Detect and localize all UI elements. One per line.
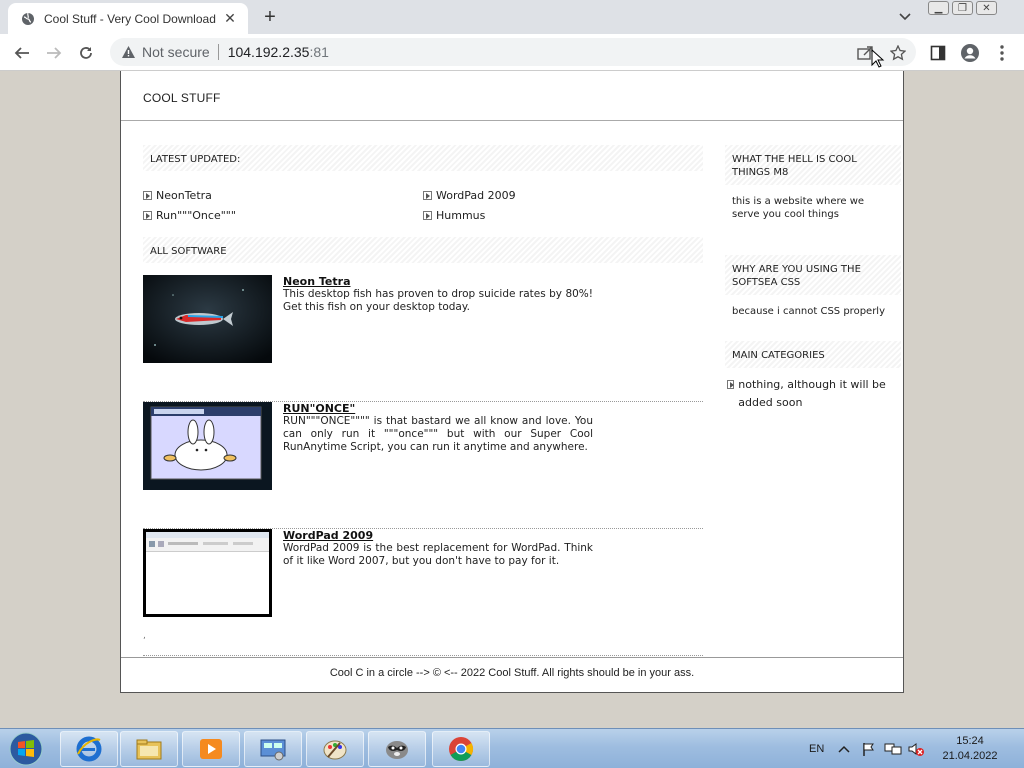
why-heading: WHY ARE YOU USING THE SOFTSEA CSS [725, 255, 901, 295]
clock-time: 15:24 [956, 735, 984, 747]
network-icon[interactable] [884, 729, 902, 768]
warning-triangle-icon[interactable] [120, 44, 136, 60]
about-text: this is a website where we serve you coo… [732, 196, 865, 220]
window-close-icon[interactable]: ✕ [976, 1, 997, 15]
category-label[interactable]: nothing, although it will be added soon [738, 376, 901, 412]
latest-item-label[interactable]: NeonTetra [156, 189, 212, 202]
about-heading: WHAT THE HELL IS COOL THINGS M8 [725, 145, 901, 185]
media-player-icon[interactable] [182, 731, 240, 767]
arrow-bullet-icon [423, 191, 432, 200]
profile-avatar-icon[interactable] [957, 40, 983, 66]
latest-item[interactable]: NeonTetra [143, 189, 212, 202]
latest-item-label[interactable]: Hummus [436, 209, 485, 222]
sidebar-about: WHAT THE HELL IS COOL THINGS M8 this is … [725, 145, 901, 221]
latest-updated-heading: LATEST UPDATED: [143, 145, 703, 171]
start-button-icon[interactable] [6, 732, 46, 766]
tab-strip: Cool Stuff - Very Cool Download ✕ + ▁ ❐ … [0, 0, 1024, 34]
volume-muted-icon[interactable] [907, 729, 925, 768]
tab-close-icon[interactable]: ✕ [222, 11, 238, 27]
arrow-bullet-icon [727, 380, 735, 389]
globe-icon [20, 11, 36, 27]
latest-item-label[interactable]: WordPad 2009 [436, 189, 516, 202]
latest-item[interactable]: Run"""Once""" [143, 209, 236, 222]
latest-updated-list: NeonTetra WordPad 2009 Run"""Once""" Hum… [143, 189, 703, 239]
restore-icon[interactable]: ❐ [952, 1, 973, 15]
reload-icon[interactable] [73, 40, 99, 66]
mouse-cursor-icon [871, 48, 885, 72]
tab-search-chevron-icon[interactable] [895, 8, 915, 26]
site-title[interactable]: COOL STUFF [143, 91, 221, 105]
footer-text: Cool C in a circle --> © <-- 2022 Cool S… [329, 667, 695, 679]
not-secure-label[interactable]: Not secure [142, 44, 210, 60]
file-explorer-icon[interactable] [120, 731, 178, 767]
all-software-heading: ALL SOFTWARE [143, 237, 703, 263]
taskbar: EN 15:24 21.04.2022 [0, 728, 1024, 768]
latest-item-label[interactable]: Run"""Once""" [156, 209, 236, 222]
wordpad-2009-thumbnail[interactable] [143, 529, 272, 617]
neon-tetra-thumbnail[interactable] [143, 275, 272, 363]
clock-date: 21.04.2022 [942, 750, 998, 762]
arrow-bullet-icon [143, 191, 152, 200]
category-item[interactable]: nothing, although it will be added soon [725, 376, 901, 412]
software-title[interactable]: Neon Tetra [283, 275, 351, 288]
software-description: RUN"""ONCE"""" is that bastard we all kn… [283, 415, 593, 453]
url-host: 104.192.2.35 [227, 44, 310, 60]
chrome-icon[interactable] [432, 731, 490, 767]
categories-heading: MAIN CATEGORIES [725, 341, 901, 368]
software-title[interactable]: WordPad 2009 [283, 529, 373, 542]
language-indicator[interactable]: EN [809, 729, 824, 768]
browser-toolbar: Not secure 104.192.2.35:81 [0, 34, 1024, 71]
control-panel-icon[interactable] [244, 731, 302, 767]
new-tab-button[interactable]: + [258, 6, 282, 28]
side-panel-icon[interactable] [925, 40, 951, 66]
address-divider [217, 44, 219, 60]
arrow-bullet-icon [143, 211, 152, 220]
arrow-bullet-icon [423, 211, 432, 220]
software-entry: Neon Tetra This desktop fish has proven … [143, 275, 703, 402]
web-page: COOL STUFF LATEST UPDATED: NeonTetra Wor… [120, 71, 904, 693]
window-controls: ▁ ❐ ✕ [928, 1, 997, 17]
tab-active[interactable]: Cool Stuff - Very Cool Download ✕ [8, 3, 248, 34]
system-clock[interactable]: 15:24 21.04.2022 [930, 734, 1010, 764]
software-entry: WordPad 2009 WordPad 2009 is the best re… [143, 529, 703, 656]
sidebar-categories: MAIN CATEGORIES nothing, although it wil… [725, 341, 901, 412]
show-hidden-icons-icon[interactable] [838, 729, 850, 768]
forward-arrow-icon[interactable] [41, 40, 67, 66]
why-text: because i cannot CSS properly [732, 306, 886, 317]
bookmark-star-icon[interactable] [885, 40, 911, 66]
back-arrow-icon[interactable] [9, 40, 35, 66]
url-port: :81 [309, 44, 329, 60]
internet-explorer-icon[interactable] [60, 731, 118, 767]
raccoon-app-icon[interactable] [368, 731, 426, 767]
address-bar[interactable]: Not secure 104.192.2.35:81 [110, 38, 916, 66]
tab-title: Cool Stuff - Very Cool Download [44, 11, 216, 26]
menu-kebab-icon[interactable] [989, 40, 1015, 66]
action-center-flag-icon[interactable] [861, 729, 877, 768]
software-description: This desktop fish has proven to drop sui… [283, 288, 593, 313]
header-divider [121, 120, 903, 121]
minimize-icon[interactable]: ▁ [928, 1, 949, 15]
latest-item[interactable]: WordPad 2009 [423, 189, 516, 202]
sidebar-why: WHY ARE YOU USING THE SOFTSEA CSS becaus… [725, 255, 901, 318]
latest-item[interactable]: Hummus [423, 209, 485, 222]
software-description: WordPad 2009 is the best replacement for… [283, 542, 593, 567]
run-once-thumbnail[interactable] [143, 402, 272, 490]
footer-divider [121, 657, 903, 658]
software-title[interactable]: RUN"ONCE" [283, 402, 355, 415]
stray-mark: , [143, 631, 146, 641]
software-entry: RUN"ONCE" RUN"""ONCE"""" is that bastard… [143, 402, 703, 529]
paint-icon[interactable] [306, 731, 364, 767]
